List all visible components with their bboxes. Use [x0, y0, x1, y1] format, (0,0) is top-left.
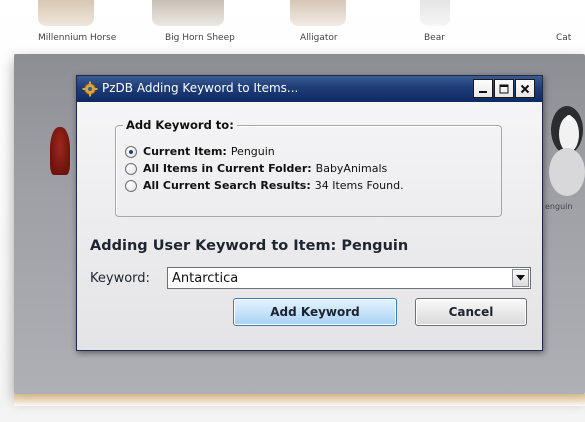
keyword-combobox[interactable]: Antarctica: [167, 267, 531, 289]
thumbnail-image[interactable]: [152, 0, 224, 26]
groupbox-title: Add Keyword to:: [123, 118, 237, 132]
add-keyword-button[interactable]: Add Keyword: [233, 298, 397, 326]
radio-button[interactable]: [125, 179, 137, 192]
option-current-folder[interactable]: All Items in Current Folder: BabyAnimals: [125, 161, 387, 176]
thumbnail-image[interactable]: [290, 0, 346, 26]
radio-button[interactable]: [125, 162, 137, 175]
radio-button[interactable]: [125, 145, 137, 158]
option-label: All Items in Current Folder:: [143, 162, 312, 175]
keyword-label: Keyword:: [90, 271, 150, 286]
gear-icon: [82, 81, 98, 97]
dropdown-button[interactable]: [512, 269, 529, 287]
close-button[interactable]: [515, 79, 535, 98]
thumbnail-label: enguin: [545, 202, 573, 211]
chevron-down-icon: [516, 275, 525, 281]
maximize-button[interactable]: [494, 79, 514, 98]
cancel-button[interactable]: Cancel: [415, 298, 527, 326]
keyword-input[interactable]: Antarctica: [172, 271, 238, 286]
backdrop-edge: [14, 394, 585, 406]
dialog-title: PzDB Adding Keyword to Items...: [102, 81, 299, 95]
thumbnail-label: Alligator: [300, 33, 338, 43]
option-value: 34 Items Found.: [314, 179, 404, 192]
option-label: All Current Search Results:: [143, 179, 311, 192]
minimize-icon: [479, 90, 487, 93]
option-search-results[interactable]: All Current Search Results: 34 Items Fou…: [125, 178, 404, 193]
thumbnail-label: Bear: [424, 33, 445, 43]
add-keyword-dialog: PzDB Adding Keyword to Items... Add Keyw…: [76, 75, 543, 351]
horse-thumbnail: [50, 127, 70, 175]
option-current-item[interactable]: Current Item: Penguin: [125, 144, 275, 159]
thumbnail-image[interactable]: [38, 0, 94, 26]
thumbnail-image[interactable]: [420, 0, 450, 26]
close-icon: [520, 84, 530, 93]
maximize-icon: [499, 84, 509, 93]
option-value: Penguin: [230, 145, 275, 158]
dialog-heading: Adding User Keyword to Item: Penguin: [90, 238, 409, 254]
thumbnail-strip: [0, 0, 585, 30]
option-label: Current Item:: [143, 145, 227, 158]
thumbnail-label: Cat: [556, 33, 572, 43]
option-value: BabyAnimals: [315, 162, 388, 175]
thumbnail-label: Millennium Horse: [38, 33, 117, 43]
minimize-button[interactable]: [473, 79, 493, 98]
dialog-titlebar[interactable]: PzDB Adding Keyword to Items...: [77, 76, 542, 102]
thumbnail-label: Big Horn Sheep: [165, 33, 235, 43]
penguin-thumbnail: [549, 106, 585, 196]
